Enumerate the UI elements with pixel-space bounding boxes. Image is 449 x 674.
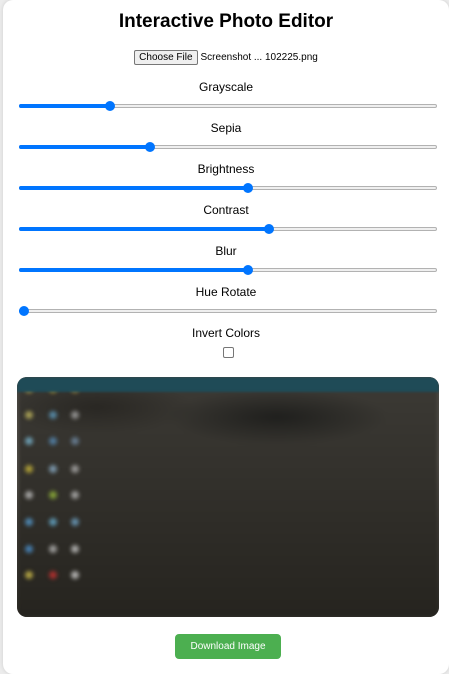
slider-fill xyxy=(19,145,151,149)
hue-rotate-slider[interactable] xyxy=(19,306,437,316)
slider-track xyxy=(19,309,437,313)
file-input[interactable]: Choose File Screenshot ... 102225.png xyxy=(3,50,449,65)
hue-rotate-label: Hue Rotate xyxy=(195,285,257,299)
grayscale-label: Grayscale xyxy=(198,80,254,94)
slider-thumb[interactable] xyxy=(263,224,274,234)
slider-thumb[interactable] xyxy=(145,142,156,152)
brightness-label: Brightness xyxy=(197,162,255,176)
blur-slider[interactable] xyxy=(19,265,437,275)
sepia-label: Sepia xyxy=(210,121,242,135)
file-name-label: Screenshot ... 102225.png xyxy=(200,52,318,63)
slider-thumb[interactable] xyxy=(243,265,254,275)
editor-card: Interactive Photo Editor Choose File Scre… xyxy=(3,0,449,674)
slider-thumb[interactable] xyxy=(243,183,254,193)
invert-colors-label: Invert Colors xyxy=(191,326,261,340)
preview-taskbar xyxy=(17,377,439,392)
invert-colors-checkbox[interactable] xyxy=(223,347,234,358)
contrast-slider[interactable] xyxy=(19,224,437,234)
preview-desktop-icons xyxy=(17,377,89,617)
slider-fill xyxy=(19,104,110,108)
download-image-button[interactable]: Download Image xyxy=(175,634,281,659)
slider-thumb[interactable] xyxy=(104,101,115,111)
brightness-slider[interactable] xyxy=(19,183,437,193)
slider-thumb[interactable] xyxy=(19,306,29,316)
slider-fill xyxy=(19,268,249,272)
image-preview xyxy=(17,377,439,617)
slider-fill xyxy=(19,186,249,190)
blur-label: Blur xyxy=(215,244,237,258)
sepia-slider[interactable] xyxy=(19,142,437,152)
grayscale-slider[interactable] xyxy=(19,101,437,111)
contrast-label: Contrast xyxy=(203,203,249,217)
page-title: Interactive Photo Editor xyxy=(118,11,334,32)
choose-file-button[interactable]: Choose File xyxy=(134,50,198,65)
slider-fill xyxy=(19,227,269,231)
